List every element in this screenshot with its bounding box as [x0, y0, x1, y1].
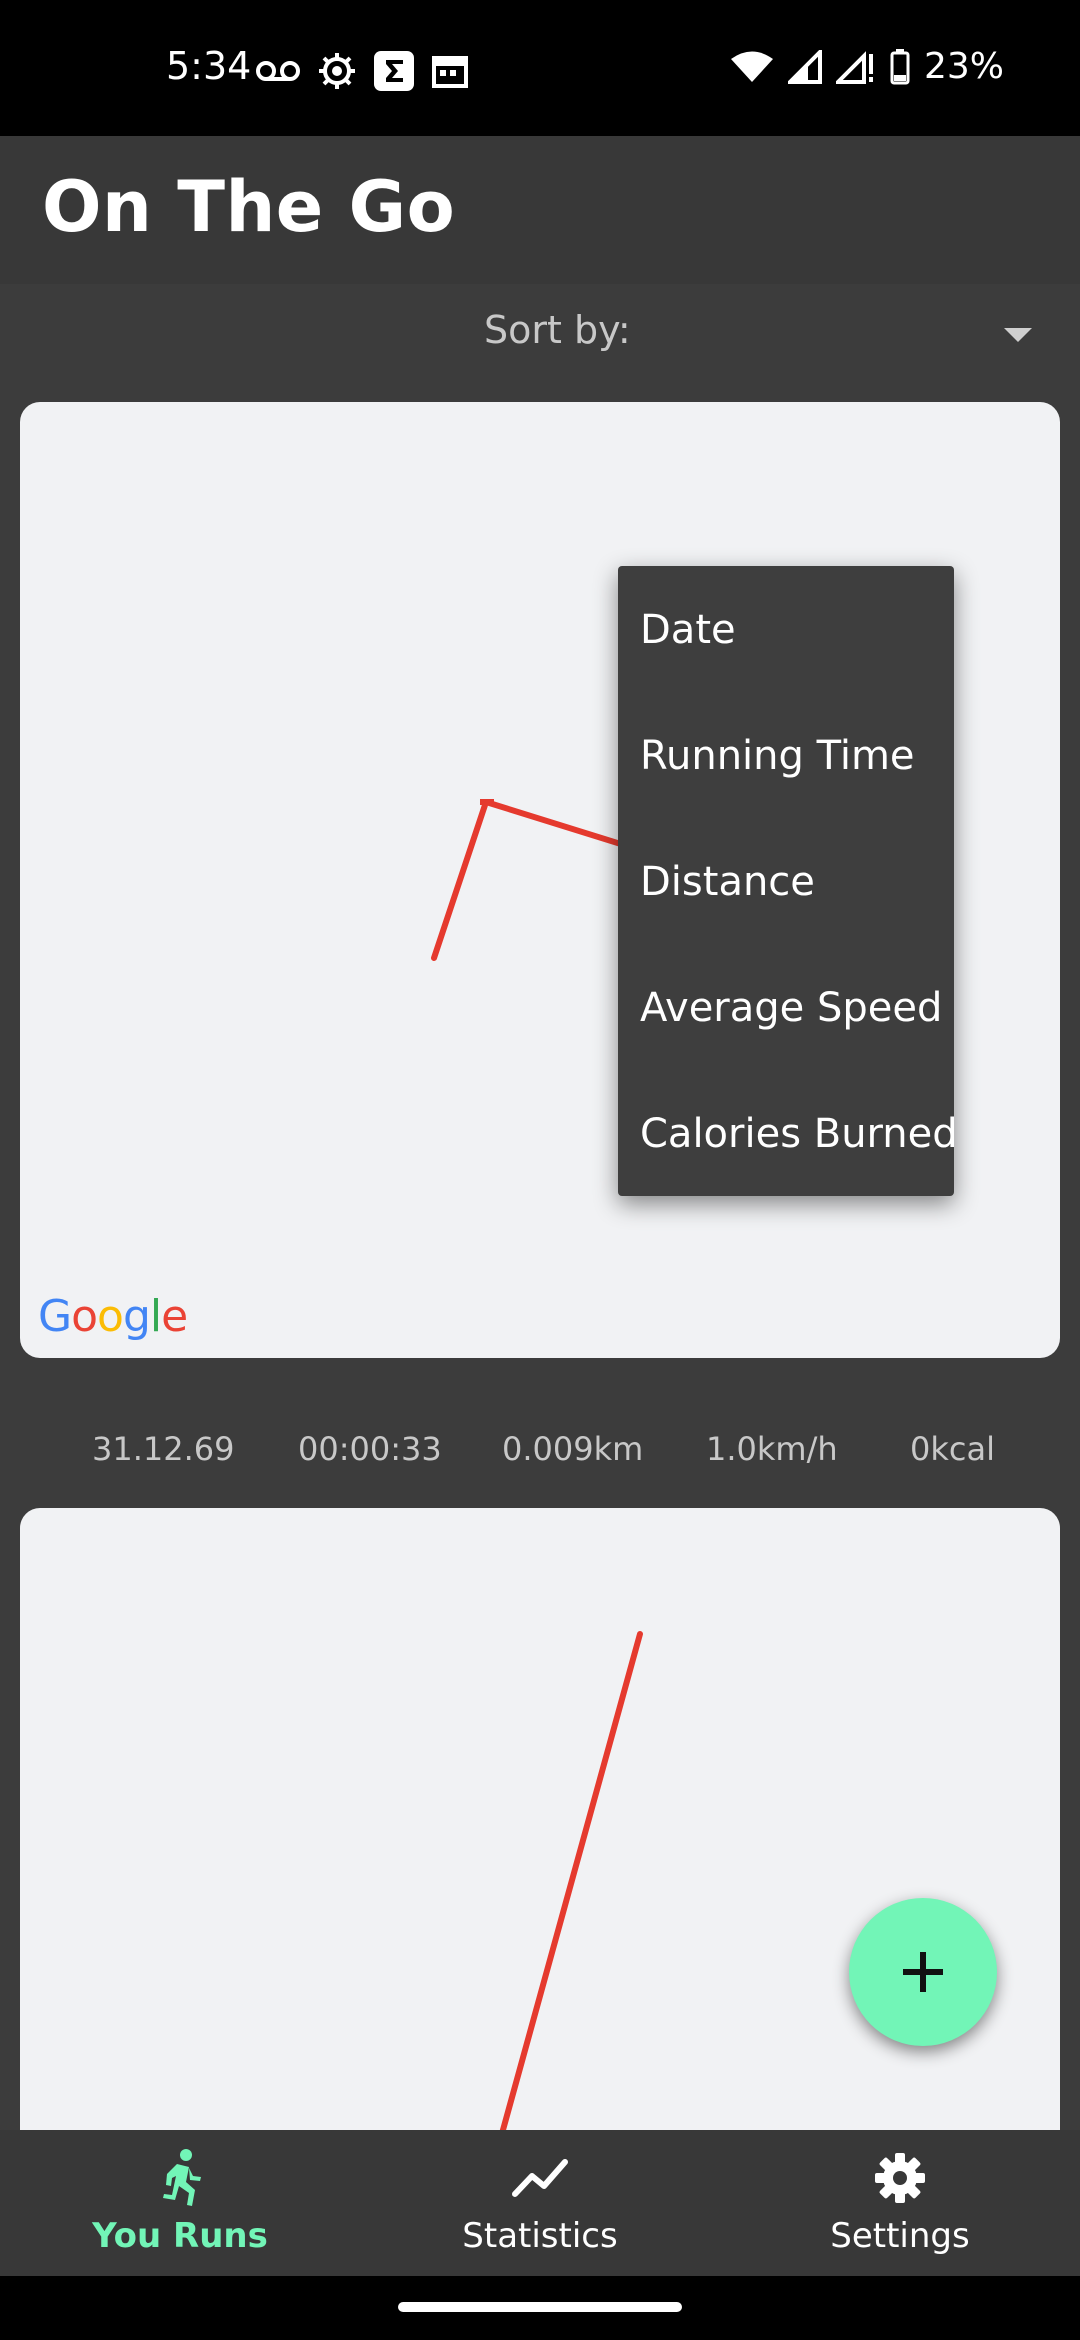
sort-option-distance[interactable]: Distance	[640, 852, 950, 912]
battery-icon	[890, 48, 910, 84]
gear-icon	[875, 2153, 925, 2203]
bottom-navigation: You Runs Statistics Settings	[0, 2130, 1080, 2276]
status-bar: 5:34 23%	[0, 0, 1080, 136]
nav-label-statistics: Statistics	[462, 2216, 618, 2256]
battery-percent: 23%	[923, 46, 1004, 87]
gesture-area	[0, 2276, 1080, 2340]
home-gesture-bar[interactable]	[398, 2302, 682, 2312]
run-calories: 0kcal	[910, 1430, 995, 1468]
wifi-icon	[730, 51, 773, 82]
signal-no-data-icon	[835, 50, 873, 84]
system-icons: 23%	[730, 46, 1004, 87]
signal-icon	[787, 49, 822, 84]
google-logo: Google	[38, 1291, 188, 1342]
plus-icon-stroke	[920, 1952, 926, 1992]
run-date: 31.12.69	[92, 1430, 235, 1468]
run-duration: 00:00:33	[298, 1430, 442, 1468]
calendar-icon	[432, 56, 468, 88]
nav-item-statistics[interactable]: Statistics	[360, 2130, 720, 2276]
run-avg-speed: 1.0km/h	[706, 1430, 838, 1468]
nav-item-you-runs[interactable]: You Runs	[0, 2130, 360, 2276]
sort-label: Sort by:	[484, 308, 631, 352]
voicemail-icon	[256, 61, 300, 81]
sort-row: Sort by:	[0, 284, 1080, 402]
nav-label-you-runs: You Runs	[92, 2216, 268, 2256]
nav-item-settings[interactable]: Settings	[720, 2130, 1080, 2276]
add-run-button[interactable]	[849, 1898, 997, 2046]
sort-option-running-time[interactable]: Running Time	[640, 726, 950, 786]
trend-line-icon	[512, 2159, 568, 2197]
run-stats-row[interactable]: 31.12.69 00:00:33 0.009km 1.0km/h 0kcal	[0, 1400, 1080, 1500]
runs-list[interactable]: Sort by: Google 31.12.69 00:00:33 0.009k…	[0, 284, 1080, 2130]
app-bar: On The Go	[0, 136, 1080, 284]
page-title: On The Go	[42, 166, 456, 248]
notification-icons	[256, 48, 468, 94]
chevron-down-icon[interactable]	[1004, 328, 1032, 342]
status-time: 5:34	[166, 44, 252, 88]
sort-option-date[interactable]: Date	[640, 600, 950, 660]
nav-label-settings: Settings	[830, 2216, 970, 2256]
settings-chip-icon	[319, 53, 355, 89]
sigma-app-icon	[374, 51, 414, 91]
sort-dropdown-menu: Date Running Time Distance Average Speed…	[618, 566, 958, 1196]
sort-option-calories-burned[interactable]: Calories Burned	[640, 1104, 958, 1164]
run-distance: 0.009km	[502, 1430, 644, 1468]
sort-option-average-speed[interactable]: Average Speed	[640, 978, 950, 1038]
running-person-icon	[163, 2149, 201, 2206]
